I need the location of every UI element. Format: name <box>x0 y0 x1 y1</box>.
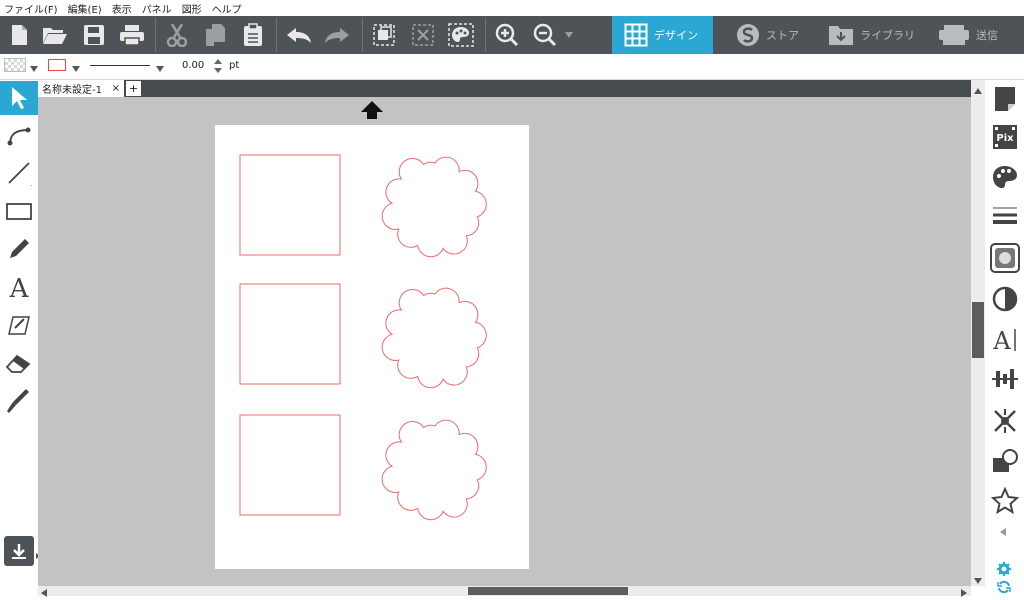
line-style-dropdown-icon[interactable] <box>156 62 164 75</box>
page-setup-icon[interactable] <box>988 82 1022 116</box>
print-icon[interactable] <box>117 20 147 50</box>
tab-design-label: デザイン <box>654 29 698 42</box>
add-tab-button[interactable]: + <box>126 81 141 96</box>
vertical-scroll-thumb[interactable] <box>972 302 984 358</box>
document-tab-bar: 名称未設定-1 × + <box>38 80 971 97</box>
send-icon <box>939 25 969 45</box>
fill-dropdown-icon[interactable] <box>30 62 38 75</box>
settings-gear-icon[interactable] <box>997 562 1011 579</box>
menu-help[interactable]: ヘルプ <box>212 1 242 16</box>
fill-palette-icon[interactable] <box>446 20 476 50</box>
tab-send[interactable]: 送信 <box>926 16 1024 54</box>
ungroup-icon[interactable] <box>408 20 438 50</box>
select-tool-icon[interactable] <box>0 81 38 115</box>
tab-library[interactable]: ライブラリ <box>816 16 926 54</box>
tab-design[interactable]: デザイン <box>612 16 713 54</box>
horizontal-scroll-thumb[interactable] <box>468 587 628 595</box>
square-shape-2[interactable] <box>239 283 341 385</box>
redo-icon[interactable] <box>322 20 352 50</box>
fill-swatch[interactable] <box>4 58 26 72</box>
scroll-down-icon[interactable] <box>974 574 982 587</box>
store-icon <box>737 24 759 46</box>
scroll-right-icon[interactable] <box>961 587 967 600</box>
copy-icon[interactable] <box>200 20 230 50</box>
favorite-star-icon[interactable] <box>988 484 1022 518</box>
new-document-icon[interactable] <box>4 20 34 50</box>
sketch-tool-icon[interactable] <box>2 308 36 342</box>
library-icon <box>829 26 853 45</box>
tab-library-label: ライブラリ <box>860 29 915 42</box>
align-icon[interactable] <box>988 362 1022 396</box>
sync-icon[interactable] <box>997 580 1011 597</box>
svg-text:A: A <box>992 327 1011 353</box>
horizontal-scrollbar[interactable] <box>38 586 971 597</box>
group-icon[interactable] <box>369 20 399 50</box>
undo-icon[interactable] <box>284 20 314 50</box>
library-import-icon[interactable] <box>4 536 34 566</box>
zoom-out-icon[interactable] <box>530 20 560 50</box>
knife-tool-icon[interactable] <box>2 384 36 418</box>
zoom-in-icon[interactable] <box>492 20 522 50</box>
line-color-swatch[interactable] <box>48 59 66 71</box>
left-tool-panel: A <box>0 80 44 596</box>
save-icon[interactable] <box>79 20 109 50</box>
menu-bar: ファイル(F) 編集(E) 表示 パネル 図形 ヘルプ <box>0 0 1024 16</box>
right-tool-panel: Pix A <box>985 80 1024 596</box>
line-width-value[interactable]: 0.00 <box>182 60 204 71</box>
pixscan-icon[interactable]: Pix <box>988 120 1022 154</box>
scroll-left-icon[interactable] <box>41 587 47 600</box>
design-canvas[interactable] <box>38 97 971 586</box>
zoom-dropdown-icon[interactable] <box>559 20 579 50</box>
scroll-up-icon[interactable] <box>974 84 982 97</box>
eraser-tool-icon[interactable] <box>2 346 36 380</box>
svg-text:A: A <box>9 274 30 301</box>
add-tab-glyph: + <box>128 82 139 95</box>
menu-shape[interactable]: 図形 <box>182 1 202 16</box>
text-tool-icon[interactable]: A <box>2 270 36 304</box>
fill-pattern-icon[interactable] <box>990 243 1020 273</box>
line-options-bar: 0.00 pt <box>0 54 1024 80</box>
document-tab[interactable]: 名称未設定-1 × <box>38 80 124 97</box>
square-shape-1[interactable] <box>239 154 341 256</box>
menu-file[interactable]: ファイル(F) <box>4 1 58 16</box>
transparency-icon[interactable] <box>988 282 1022 316</box>
fill-color-palette-icon[interactable] <box>988 160 1022 194</box>
cut-shapes <box>239 154 487 521</box>
rectangle-tool-icon[interactable] <box>2 195 36 229</box>
modify-shapes-icon[interactable] <box>988 444 1022 478</box>
cutting-mat-page <box>215 125 529 569</box>
line-style-sample[interactable] <box>90 65 150 66</box>
pencil-tool-icon[interactable] <box>2 232 36 266</box>
cut-icon[interactable] <box>162 20 192 50</box>
tab-store[interactable]: ストア <box>724 16 814 54</box>
flower-shape-1[interactable] <box>381 156 487 258</box>
close-tab-icon[interactable]: × <box>112 83 120 94</box>
document-tab-label: 名称未設定-1 <box>42 85 102 96</box>
edit-points-tool-icon[interactable] <box>2 117 36 151</box>
menu-panel[interactable]: パネル <box>142 1 172 16</box>
square-shape-3[interactable] <box>239 414 341 516</box>
menu-edit[interactable]: 編集(E) <box>68 1 102 16</box>
collapse-right-panel-icon[interactable] <box>1000 526 1006 539</box>
open-folder-icon[interactable] <box>40 20 70 50</box>
vertical-scrollbar[interactable] <box>971 80 985 586</box>
line-tool-icon[interactable] <box>2 156 36 190</box>
svg-text:Pix: Pix <box>996 133 1014 144</box>
menu-view[interactable]: 表示 <box>112 1 132 16</box>
line-width-unit: pt <box>229 60 240 71</box>
paste-icon[interactable] <box>238 20 268 50</box>
load-direction-arrow-icon <box>360 100 384 123</box>
tab-store-label: ストア <box>766 29 799 42</box>
tab-send-label: 送信 <box>976 29 998 42</box>
flower-shape-3[interactable] <box>381 419 487 521</box>
grid-icon <box>624 23 648 47</box>
flower-shape-2[interactable] <box>381 287 487 389</box>
line-style-icon[interactable] <box>988 199 1022 233</box>
text-style-icon[interactable]: A <box>988 322 1022 356</box>
trace-icon[interactable] <box>988 404 1022 438</box>
line-color-dropdown-icon[interactable] <box>72 62 80 75</box>
main-toolbar: デザイン ストア ライブラリ 送信 <box>0 16 1024 54</box>
line-width-spinner-icon[interactable] <box>214 58 222 77</box>
